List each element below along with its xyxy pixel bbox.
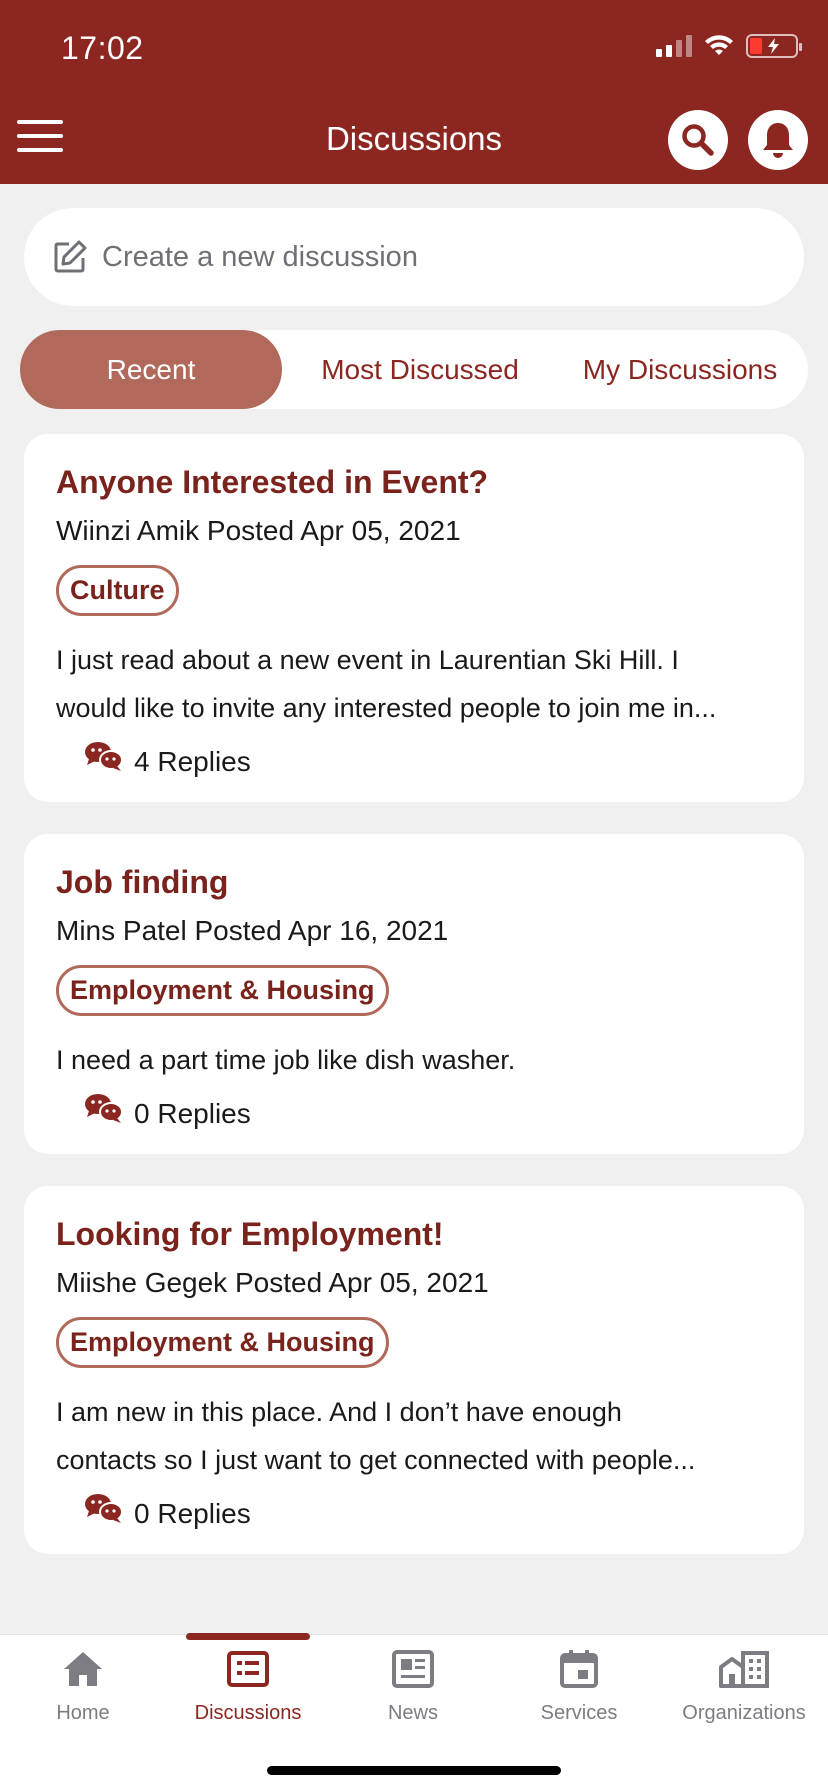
nav-news[interactable]: News [330, 1649, 496, 1725]
tab-recent[interactable]: Recent [20, 330, 282, 409]
category-tag[interactable]: Employment & Housing [56, 1317, 389, 1368]
wifi-icon [705, 35, 733, 55]
discussion-excerpt: I need a part time job like dish washer. [56, 1036, 772, 1084]
search-button[interactable] [668, 110, 728, 170]
replies-link[interactable]: 0 Replies [56, 1094, 772, 1130]
battery-icon [746, 34, 802, 58]
excerpt-line: I just read about a new event in Laurent… [56, 645, 679, 675]
excerpt-line: would like to invite any interested peop… [56, 693, 717, 723]
excerpt-line: I need a part time job like dish washer. [56, 1045, 516, 1075]
chat-bubbles-icon [85, 1094, 123, 1123]
discussion-card[interactable]: Anyone Interested in Event? Wiinzi Amik … [24, 434, 804, 802]
nav-discussions[interactable]: Discussions [165, 1649, 331, 1725]
discussion-meta: Wiinzi Amik Posted Apr 05, 2021 [56, 515, 461, 546]
calendar-icon [560, 1650, 598, 1688]
status-icons [656, 34, 802, 58]
home-icon [64, 1652, 102, 1686]
category-tag[interactable]: Employment & Housing [56, 965, 389, 1016]
nav-label: Home [56, 1702, 110, 1724]
replies-count: 0 Replies [134, 1498, 251, 1529]
create-discussion-input[interactable]: Create a new discussion [24, 208, 804, 306]
status-time: 17:02 [61, 30, 144, 66]
discussion-title[interactable]: Anyone Interested in Event? [56, 464, 772, 501]
nav-services[interactable]: Services [496, 1649, 662, 1725]
create-discussion-placeholder: Create a new discussion [102, 240, 418, 273]
chat-bubbles-icon [85, 1494, 123, 1523]
replies-link[interactable]: 0 Replies [56, 1494, 772, 1530]
bell-icon [763, 123, 793, 158]
discussion-excerpt: I just read about a new event in Laurent… [56, 636, 772, 732]
nav-label: News [387, 1702, 438, 1724]
nav-label: Organizations [682, 1702, 806, 1724]
search-icon [682, 124, 714, 156]
building-icon [719, 1651, 769, 1688]
nav-label: Discussions [194, 1702, 302, 1724]
replies-count: 4 Replies [134, 746, 251, 777]
category-tag[interactable]: Culture [56, 565, 179, 616]
discussions-icon [227, 1651, 269, 1687]
active-tab-indicator [186, 1633, 310, 1640]
replies-link[interactable]: 4 Replies [56, 742, 772, 778]
discussion-card[interactable]: Looking for Employment! Miishe Gegek Pos… [24, 1186, 804, 1554]
notifications-button[interactable] [748, 110, 808, 170]
edit-icon [54, 240, 87, 273]
news-icon [392, 1650, 434, 1688]
excerpt-line: contacts so I just want to get connected… [56, 1445, 696, 1475]
discussion-meta: Mins Patel Posted Apr 16, 2021 [56, 915, 449, 946]
discussion-list: Anyone Interested in Event? Wiinzi Amik … [24, 434, 804, 1634]
excerpt-line: I am new in this place. And I don’t have… [56, 1397, 622, 1427]
nav-home[interactable]: Home [0, 1649, 166, 1725]
cellular-signal-icon [656, 35, 692, 57]
nav-label: Services [540, 1702, 618, 1724]
discussion-excerpt: I am new in this place. And I don’t have… [56, 1388, 772, 1484]
tab-my-discussions[interactable]: My Discussions [556, 330, 804, 409]
discussion-title[interactable]: Job finding [56, 864, 772, 901]
discussion-card[interactable]: Job finding Mins Patel Posted Apr 16, 20… [24, 834, 804, 1154]
app-header: 17:02 Discussions [0, 0, 828, 184]
nav-organizations[interactable]: Organizations [661, 1649, 827, 1725]
discussion-title[interactable]: Looking for Employment! [56, 1216, 772, 1253]
replies-count: 0 Replies [134, 1098, 251, 1129]
discussion-tabs: Recent Most Discussed My Discussions [20, 330, 808, 409]
tab-most-discussed[interactable]: Most Discussed [292, 330, 548, 409]
discussion-meta: Miishe Gegek Posted Apr 05, 2021 [56, 1267, 489, 1298]
home-indicator [267, 1766, 561, 1775]
chat-bubbles-icon [85, 742, 123, 771]
